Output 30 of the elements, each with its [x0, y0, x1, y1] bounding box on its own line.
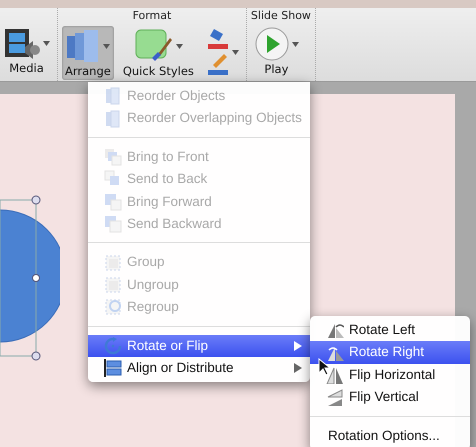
- menu-item[interactable]: Rotation Options...: [310, 424, 470, 447]
- grouped-squares-icon: [104, 254, 122, 272]
- stacked-squares-icon: [104, 148, 122, 166]
- ribbon-button[interactable]: Arrange: [62, 26, 114, 80]
- group-title: Format: [132, 8, 172, 24]
- menu-item[interactable]: Rotate Left: [310, 319, 470, 342]
- menu-item[interactable]: Rotate or Flip: [88, 334, 310, 357]
- color-tools-icon: [206, 27, 230, 77]
- regroup-icon: [104, 298, 122, 316]
- layers-icon: [104, 110, 122, 128]
- group-title: Slide Show: [250, 8, 311, 24]
- stacked-squares-icon: [104, 192, 122, 211]
- flip-horizontal-icon: [326, 366, 344, 384]
- menu-item[interactable]: Rotate Right: [310, 341, 470, 364]
- ribbon-button[interactable]: Play: [250, 24, 302, 78]
- mouse-pointer-icon: [318, 358, 330, 376]
- play-icon: [254, 26, 290, 62]
- layers-icon: [104, 87, 122, 106]
- ribbon-button[interactable]: Quick Styles: [120, 26, 197, 80]
- stacked-squares-icon: [104, 215, 122, 234]
- align-icon: [104, 359, 122, 378]
- menu-item[interactable]: Flip Vertical: [310, 386, 470, 409]
- flip-vertical-icon: [326, 388, 344, 406]
- grouped-squares-icon: [104, 276, 122, 294]
- rotate-icon: [104, 336, 122, 355]
- rotate-left-icon: [326, 321, 344, 340]
- paintbrush-icon: [134, 28, 174, 64]
- menu-item[interactable]: Align or Distribute: [88, 356, 310, 380]
- ribbon-button[interactable]: Media: [0, 23, 53, 77]
- menu-item[interactable]: Flip Horizontal: [310, 364, 470, 386]
